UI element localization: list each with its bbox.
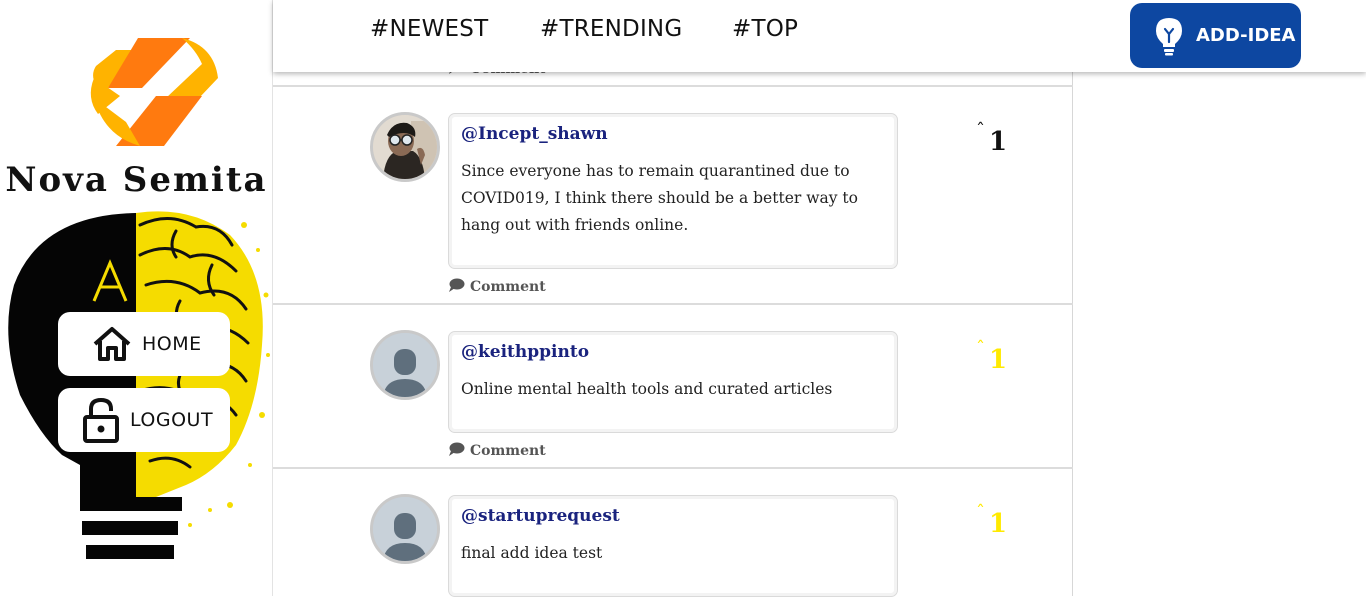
user-avatar[interactable] [370, 112, 440, 182]
unlock-icon [82, 397, 120, 443]
nova-semita-logo [90, 38, 218, 146]
comment-label: Comment [470, 443, 546, 459]
idea-post: @Incept_shawn Since everyone has to rema… [273, 85, 1073, 304]
idea-text: final add idea test [461, 544, 603, 562]
user-handle[interactable]: @startuprequest [461, 506, 885, 526]
comment-icon [449, 278, 465, 296]
brand-name: Nova Semita [5, 160, 268, 200]
idea-post: @startuprequest final add idea test ˆ 1 [273, 467, 1073, 607]
user-avatar[interactable] [370, 494, 440, 564]
home-button[interactable]: HOME [58, 312, 230, 376]
upvote-caret-icon[interactable]: ˆ [976, 122, 985, 140]
upvote-control[interactable]: ˆ 1 [976, 340, 1008, 376]
idea-card: @keithppinto Online mental health tools … [448, 331, 898, 433]
user-handle[interactable]: @keithppinto [461, 342, 885, 362]
upvote-caret-icon[interactable]: ˆ [976, 504, 985, 522]
vote-count: 1 [989, 127, 1008, 157]
tab-top[interactable]: #TOP [732, 16, 798, 42]
home-icon [92, 326, 132, 362]
idea-text: Since everyone has to remain quarantined… [461, 162, 858, 234]
sidebar: Nova Semita HOME LOGOUT [0, 0, 273, 596]
vote-count: 1 [989, 345, 1008, 375]
user-handle[interactable]: @Incept_shawn [461, 124, 885, 144]
upvote-control[interactable]: ˆ 1 [976, 122, 1008, 158]
add-idea-button[interactable]: ADD-IDEA [1130, 3, 1301, 68]
idea-card: @Incept_shawn Since everyone has to rema… [448, 113, 898, 269]
idea-feed: Comment @Incept_shawn Since everyone has… [273, 0, 1073, 597]
idea-card: @startuprequest final add idea test [448, 495, 898, 597]
idea-text: Online mental health tools and curated a… [461, 380, 833, 398]
add-idea-label: ADD-IDEA [1196, 25, 1296, 46]
top-navbar: #NEWEST #TRENDING #TOP ADD-IDEA [273, 0, 1366, 72]
tab-newest[interactable]: #NEWEST [370, 16, 488, 42]
tab-trending[interactable]: #TRENDING [540, 16, 682, 42]
logout-button[interactable]: LOGOUT [58, 388, 230, 452]
lightbulb-icon [1154, 16, 1184, 56]
upvote-control[interactable]: ˆ 1 [976, 504, 1008, 540]
comment-link[interactable]: Comment [449, 442, 546, 460]
user-avatar[interactable] [370, 330, 440, 400]
vote-count: 1 [989, 509, 1008, 539]
comment-label: Comment [470, 279, 546, 295]
logout-label: LOGOUT [130, 409, 214, 431]
idea-post: @keithppinto Online mental health tools … [273, 303, 1073, 468]
comment-link[interactable]: Comment [449, 278, 546, 296]
home-label: HOME [142, 333, 202, 355]
upvote-caret-icon[interactable]: ˆ [976, 340, 985, 358]
comment-icon [449, 442, 465, 460]
